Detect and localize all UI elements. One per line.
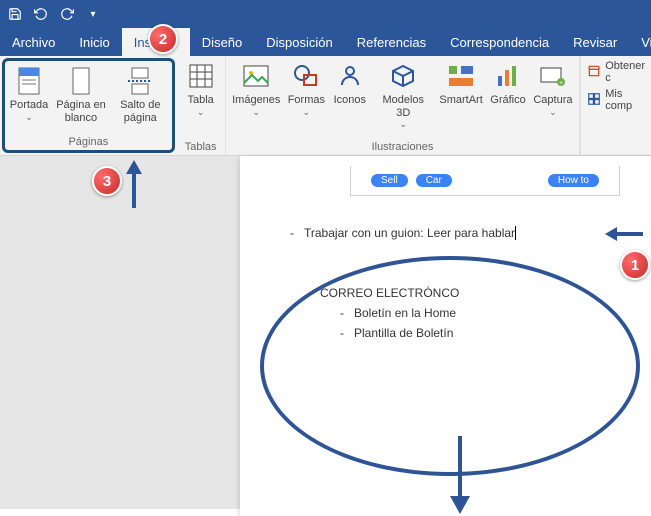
redo-icon[interactable] bbox=[58, 5, 76, 23]
page-break-icon bbox=[124, 65, 156, 97]
blank-page-label: Página en blanco bbox=[55, 99, 107, 124]
qat-customize-icon[interactable]: ▾ bbox=[84, 5, 102, 23]
bullet-dash: - bbox=[290, 226, 294, 240]
dropdown-icon: ⌄ bbox=[197, 107, 205, 118]
document-line: - Trabajar con un guion: Leer para habla… bbox=[290, 226, 620, 240]
pill-howto: How to bbox=[548, 174, 599, 187]
icons-icon bbox=[334, 60, 366, 92]
shapes-label: Formas bbox=[288, 94, 325, 107]
cover-page-button[interactable]: Portada ⌄ bbox=[9, 63, 49, 136]
callout-3: 3 bbox=[92, 166, 122, 196]
tab-home[interactable]: Inicio bbox=[67, 28, 121, 56]
3dmodels-button[interactable]: Modelos 3D ⌄ bbox=[372, 58, 435, 141]
shapes-icon bbox=[290, 60, 322, 92]
3dmodels-label: Modelos 3D bbox=[376, 94, 431, 119]
tab-view[interactable]: Vista bbox=[629, 28, 651, 56]
group-tables-label: Tablas bbox=[185, 141, 217, 155]
dropdown-icon: ⌄ bbox=[549, 107, 557, 118]
puzzle-icon bbox=[587, 92, 601, 109]
svg-text:+: + bbox=[559, 80, 563, 87]
group-illustrations: Imágenes ⌄ Formas ⌄ Iconos Mode bbox=[226, 56, 581, 155]
tab-references[interactable]: Referencias bbox=[345, 28, 438, 56]
screenshot-button[interactable]: + Captura ⌄ bbox=[531, 58, 576, 141]
chart-button[interactable]: Gráfico bbox=[487, 58, 528, 141]
group-pages: Portada ⌄ Página en blanco Salto de pági… bbox=[2, 58, 175, 153]
dropdown-icon: ⌄ bbox=[399, 119, 407, 130]
callout-1: 1 bbox=[620, 250, 650, 280]
images-icon bbox=[240, 60, 272, 92]
document-area: Sell Car How to - Trabajar con un guion:… bbox=[0, 156, 651, 509]
save-icon[interactable] bbox=[6, 5, 24, 23]
cube-icon bbox=[387, 60, 419, 92]
group-pages-label: Páginas bbox=[68, 136, 108, 150]
blank-page-icon bbox=[65, 65, 97, 97]
page-break-button[interactable]: Salto de página bbox=[113, 63, 168, 136]
ribbon: Portada ⌄ Página en blanco Salto de pági… bbox=[0, 56, 651, 156]
tab-mailings[interactable]: Correspondencia bbox=[438, 28, 561, 56]
cover-page-icon bbox=[13, 65, 45, 97]
document-text: Trabajar con un guion: Leer para hablar bbox=[304, 226, 516, 240]
smartart-button[interactable]: SmartArt bbox=[437, 58, 486, 141]
pill-row: Sell Car How to bbox=[350, 166, 620, 196]
annotation-arrow-left bbox=[605, 224, 645, 244]
dropdown-icon: ⌄ bbox=[25, 112, 33, 123]
table-icon bbox=[185, 60, 217, 92]
group-addins: Obtener c Mis comp bbox=[580, 56, 651, 155]
annotation-arrow-up bbox=[122, 160, 152, 210]
pill-sell: Sell bbox=[371, 174, 408, 187]
blank-page-button[interactable]: Página en blanco bbox=[51, 63, 111, 136]
tab-review[interactable]: Revisar bbox=[561, 28, 629, 56]
group-tables: Tabla ⌄ Tablas bbox=[177, 56, 226, 155]
ribbon-tabs: Archivo Inicio Insertar Diseño Disposici… bbox=[0, 28, 651, 56]
chart-label: Gráfico bbox=[490, 94, 525, 107]
icons-label: Iconos bbox=[334, 94, 366, 107]
images-button[interactable]: Imágenes ⌄ bbox=[230, 58, 283, 141]
tab-layout[interactable]: Disposición bbox=[254, 28, 344, 56]
text-cursor bbox=[515, 226, 516, 240]
quick-access-toolbar: ▾ bbox=[0, 0, 651, 28]
annotation-arrow-down bbox=[440, 436, 480, 516]
screenshot-label: Captura bbox=[533, 94, 572, 107]
tab-design[interactable]: Diseño bbox=[190, 28, 254, 56]
dropdown-icon: ⌄ bbox=[252, 107, 260, 118]
store-icon bbox=[587, 64, 601, 81]
smartart-icon bbox=[445, 60, 477, 92]
pill-car: Car bbox=[416, 174, 452, 187]
undo-icon[interactable] bbox=[32, 5, 50, 23]
get-addins-button[interactable]: Obtener c bbox=[587, 60, 645, 84]
tab-file[interactable]: Archivo bbox=[0, 28, 67, 56]
images-label: Imágenes bbox=[232, 94, 280, 107]
my-addins-label: Mis comp bbox=[605, 88, 645, 112]
page-break-label: Salto de página bbox=[117, 99, 164, 124]
callout-2: 2 bbox=[148, 24, 178, 54]
chart-icon bbox=[492, 60, 524, 92]
shapes-button[interactable]: Formas ⌄ bbox=[285, 58, 328, 141]
cover-page-label: Portada bbox=[10, 99, 49, 112]
screenshot-icon: + bbox=[537, 60, 569, 92]
get-addins-label: Obtener c bbox=[605, 60, 645, 84]
group-illustrations-label: Ilustraciones bbox=[372, 141, 434, 155]
smartart-label: SmartArt bbox=[439, 94, 482, 107]
icons-button[interactable]: Iconos bbox=[330, 58, 370, 141]
my-addins-button[interactable]: Mis comp bbox=[587, 88, 645, 112]
dropdown-icon: ⌄ bbox=[303, 107, 311, 118]
table-button[interactable]: Tabla ⌄ bbox=[181, 58, 221, 141]
table-label: Tabla bbox=[187, 94, 213, 107]
